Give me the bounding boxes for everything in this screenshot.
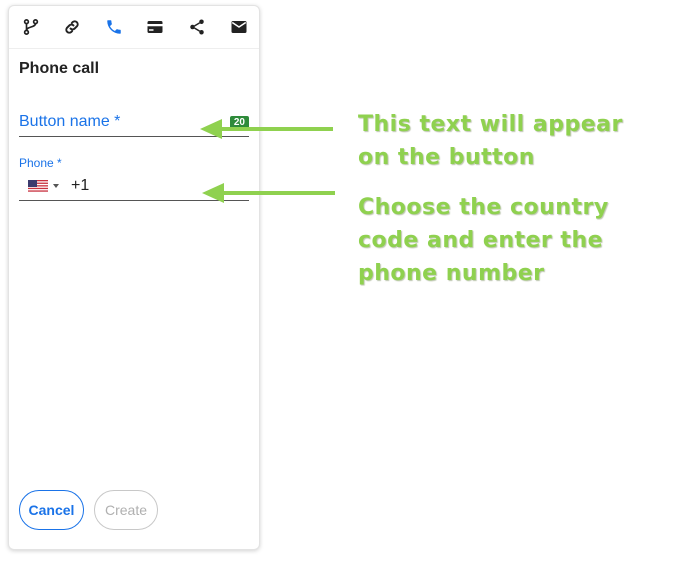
arrow-to-button-name	[200, 119, 333, 139]
phone-call-panel: Phone call Button name * 20 Phone * +1 C…	[8, 5, 260, 550]
annotation-line: on the button	[358, 145, 535, 170]
annotation-phone: Choose the country code and enter the ph…	[358, 191, 609, 290]
panel-title: Phone call	[19, 60, 100, 77]
mail-icon[interactable]	[229, 17, 249, 37]
country-dropdown-caret-icon[interactable]	[53, 184, 59, 188]
annotation-line: Choose the country	[358, 195, 609, 220]
dial-code: +1	[71, 177, 90, 194]
branch-icon[interactable]	[21, 17, 41, 37]
annotation-button-text: This text will appear on the button	[358, 108, 623, 174]
card-icon[interactable]	[145, 17, 165, 37]
phone-icon[interactable]	[104, 17, 124, 37]
button-type-toolbar	[9, 6, 259, 49]
annotation-line: code and enter the	[358, 228, 604, 253]
annotation-line: This text will appear	[358, 112, 623, 137]
annotation-line: phone number	[358, 261, 545, 286]
create-button[interactable]: Create	[94, 490, 158, 530]
share-icon[interactable]	[187, 17, 207, 37]
arrow-to-phone	[202, 183, 335, 203]
us-flag-icon[interactable]	[28, 180, 48, 193]
link-icon[interactable]	[62, 17, 82, 37]
cancel-button[interactable]: Cancel	[19, 490, 84, 530]
button-name-label: Button name *	[19, 113, 121, 130]
phone-label: Phone *	[19, 156, 62, 170]
